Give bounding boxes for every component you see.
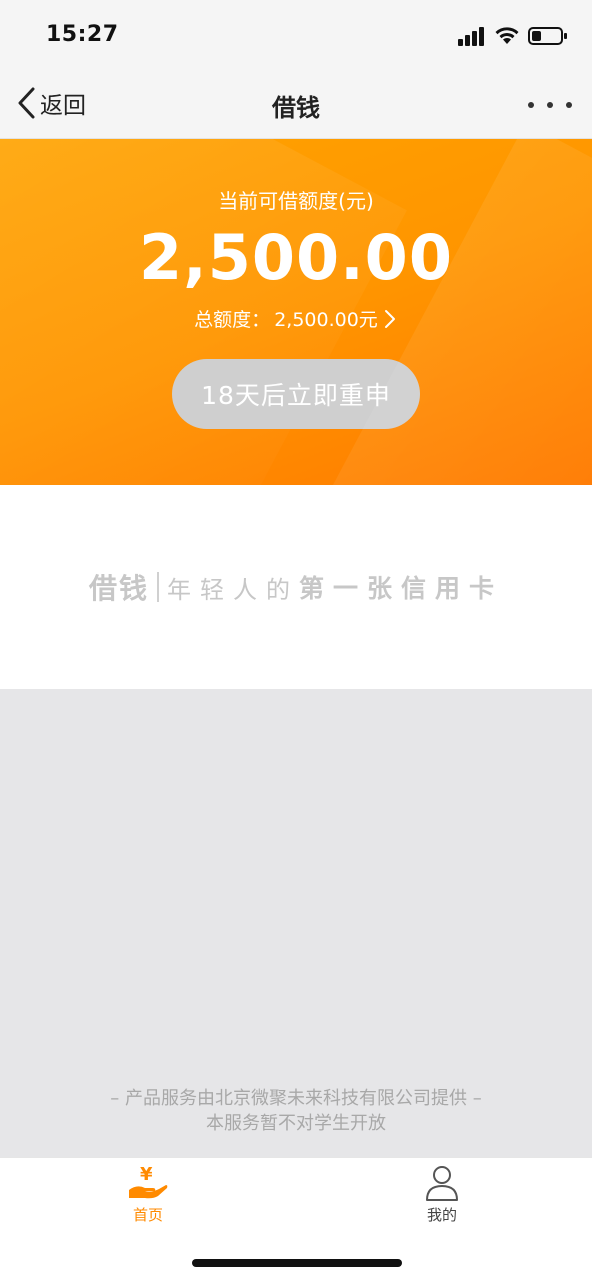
slogan-strong-text: 第一张信用卡 — [299, 574, 504, 603]
slogan-divider — [157, 572, 159, 602]
provider-notice: – 产品服务由北京微聚未来科技有限公司提供 – — [110, 1088, 482, 1109]
total-credit-label: 总额度： — [194, 309, 271, 331]
yen-hand-icon: ¥ — [129, 1164, 168, 1199]
status-icons — [458, 24, 568, 48]
wifi-icon — [495, 27, 519, 44]
credit-hero: 当前可借额度(元) 2,500.00 总额度： 2,500.00元 18天后立即… — [0, 139, 592, 485]
battery-icon — [528, 27, 567, 45]
page-title: 借钱 — [272, 94, 320, 122]
more-button[interactable] — [528, 94, 572, 116]
slogan-brand: 借钱 — [88, 572, 149, 605]
more-dot-icon — [528, 102, 534, 108]
student-notice: 本服务暂不对学生开放 — [206, 1113, 386, 1134]
available-credit-label: 当前可借额度(元) — [218, 189, 374, 213]
chevron-left-icon — [18, 87, 35, 119]
reapply-button[interactable]: 18天后立即重申 — [172, 359, 420, 429]
back-label: 返回 — [40, 93, 86, 119]
tab-me-label: 我的 — [426, 1206, 457, 1224]
tab-home-label: 首页 — [132, 1206, 163, 1224]
available-credit-amount: 2,500.00 — [139, 221, 453, 294]
home-indicator — [192, 1259, 402, 1267]
chevron-right-icon — [384, 309, 395, 328]
total-credit-value: 2,500.00元 — [274, 309, 378, 331]
tab-me[interactable]: 我的 — [382, 1164, 502, 1225]
more-dot-icon — [566, 102, 572, 108]
tab-home[interactable]: ¥ 首页 — [88, 1164, 208, 1225]
total-credit-link[interactable]: 总额度： 2,500.00元 — [0, 305, 592, 332]
back-button[interactable]: 返回 — [16, 86, 86, 120]
signal-icon — [458, 27, 484, 46]
slogan-text: 年轻人的 — [167, 575, 299, 604]
content-area: – 产品服务由北京微聚未来科技有限公司提供 – 本服务暂不对学生开放 — [0, 689, 592, 1157]
tab-bar: ¥ 首页 我的 — [0, 1157, 592, 1281]
status-time: 15:27 — [46, 22, 119, 47]
user-icon — [426, 1166, 458, 1201]
svg-text:¥: ¥ — [140, 1164, 153, 1185]
nav-bar: 返回 借钱 — [0, 72, 592, 139]
more-dot-icon — [547, 102, 553, 108]
status-bar: 15:27 — [0, 0, 592, 72]
slogan-banner: 借钱 年轻人的 第一张信用卡 — [0, 485, 592, 689]
